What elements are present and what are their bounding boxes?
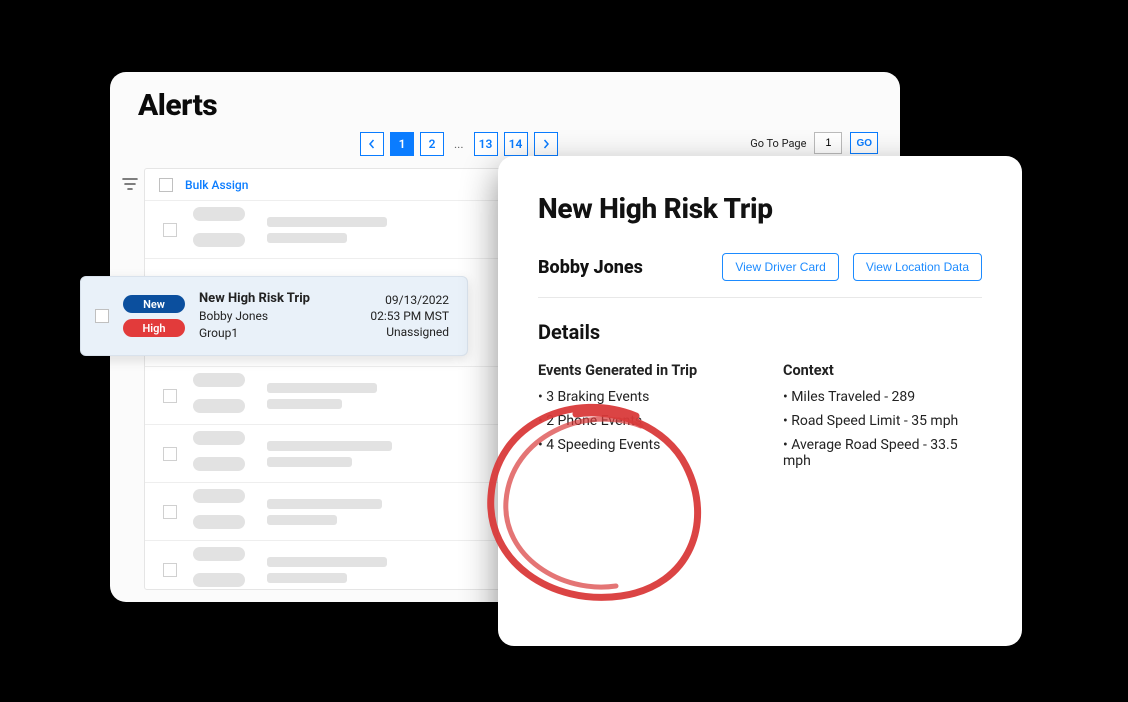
page-13-button[interactable]: 13 (474, 132, 498, 156)
row-checkbox[interactable] (163, 447, 177, 461)
event-item: 2 Phone Events (538, 413, 737, 429)
chevron-right-icon (541, 139, 551, 149)
select-all-checkbox[interactable] (159, 178, 173, 192)
filter-icon[interactable] (122, 176, 138, 192)
detail-title: New High Risk Trip (538, 192, 982, 225)
details-heading: Details (538, 320, 982, 344)
alert-summary: New High Risk Trip Bobby Jones Group1 (199, 291, 370, 340)
go-to-page-label: Go To Page (750, 137, 806, 150)
pagination: 1 2 ... 13 14 (360, 132, 558, 156)
page-prev-button[interactable] (360, 132, 384, 156)
details-grid: Events Generated in Trip 3 Braking Event… (538, 362, 982, 477)
events-heading: Events Generated in Trip (538, 362, 737, 379)
event-item: 4 Speeding Events (538, 437, 737, 453)
go-button[interactable]: GO (850, 132, 878, 154)
row-checkbox[interactable] (163, 563, 177, 577)
alert-meta: 09/13/2022 02:53 PM MST Unassigned (370, 292, 449, 341)
alert-driver: Bobby Jones (199, 308, 370, 324)
driver-row: Bobby Jones View Driver Card View Locati… (538, 253, 982, 281)
page-next-button[interactable] (534, 132, 558, 156)
alert-card-selected[interactable]: New High New High Risk Trip Bobby Jones … (80, 276, 468, 356)
alert-badges: New High (123, 295, 185, 337)
alert-detail-panel: New High Risk Trip Bobby Jones View Driv… (498, 156, 1022, 646)
context-column: Context Miles Traveled - 289 Road Speed … (783, 362, 982, 477)
context-heading: Context (783, 362, 982, 379)
view-driver-card-button[interactable]: View Driver Card (722, 253, 838, 281)
context-item: Miles Traveled - 289 (783, 389, 982, 405)
alert-checkbox[interactable] (95, 309, 109, 323)
page-1-button[interactable]: 1 (390, 132, 414, 156)
row-checkbox[interactable] (163, 505, 177, 519)
page-title: Alerts (138, 88, 217, 123)
alert-title: New High Risk Trip (199, 291, 370, 306)
go-to-page-input[interactable] (814, 132, 842, 154)
page-14-button[interactable]: 14 (504, 132, 528, 156)
page-ellipsis: ... (450, 137, 468, 151)
row-checkbox[interactable] (163, 389, 177, 403)
alert-time: 02:53 PM MST (370, 308, 449, 324)
context-item: Average Road Speed - 33.5 mph (783, 437, 982, 469)
go-to-page: Go To Page GO (750, 132, 878, 154)
chevron-left-icon (367, 139, 377, 149)
context-item: Road Speed Limit - 35 mph (783, 413, 982, 429)
alert-date: 09/13/2022 (370, 292, 449, 308)
divider (538, 297, 982, 298)
alert-assignment: Unassigned (370, 324, 449, 340)
view-location-data-button[interactable]: View Location Data (853, 253, 982, 281)
driver-name: Bobby Jones (538, 257, 708, 278)
row-checkbox[interactable] (163, 223, 177, 237)
event-item: 3 Braking Events (538, 389, 737, 405)
badge-new: New (123, 295, 185, 313)
events-column: Events Generated in Trip 3 Braking Event… (538, 362, 737, 477)
page-2-button[interactable]: 2 (420, 132, 444, 156)
alert-group: Group1 (199, 325, 370, 341)
badge-high: High (123, 319, 185, 337)
